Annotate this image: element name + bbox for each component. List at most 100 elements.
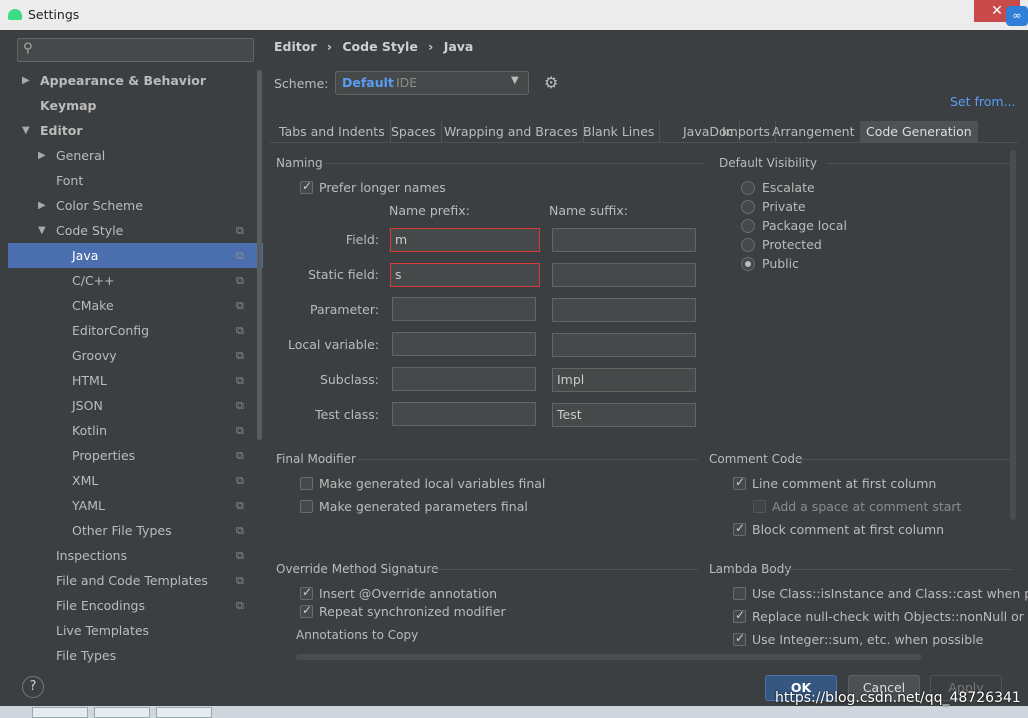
tab-wrapping-and-braces[interactable]: Wrapping and Braces bbox=[439, 121, 584, 143]
final-params-checkbox[interactable] bbox=[300, 500, 313, 513]
tree-item-json[interactable]: JSON ⧉ bbox=[8, 393, 263, 418]
expand-arrow-icon[interactable]: ▶ bbox=[38, 193, 46, 218]
visibility-radio-label: Escalate bbox=[762, 180, 815, 195]
naming-row-label: Field: bbox=[345, 232, 379, 247]
tree-item-yaml[interactable]: YAML ⧉ bbox=[8, 493, 263, 518]
integer-sum-checkbox[interactable] bbox=[733, 631, 746, 646]
final-modifier-title: Final Modifier bbox=[276, 452, 356, 466]
name-prefix-field[interactable] bbox=[392, 402, 536, 426]
name-suffix-field[interactable]: Impl bbox=[552, 368, 696, 392]
tree-item-kotlin[interactable]: Kotlin ⧉ bbox=[8, 418, 263, 443]
copy-settings-icon: ⧉ bbox=[236, 374, 244, 387]
copy-settings-icon: ⧉ bbox=[236, 274, 244, 287]
horizontal-scrollbar[interactable] bbox=[296, 654, 922, 660]
tab-blank-lines[interactable]: Blank Lines bbox=[578, 121, 661, 143]
tree-item-file-encodings[interactable]: File Encodings ⧉ bbox=[8, 593, 263, 618]
tree-item-file-and-code-templates[interactable]: File and Code Templates ⧉ bbox=[8, 568, 263, 593]
tree-item-keymap[interactable]: Keymap bbox=[8, 93, 263, 118]
visibility-radio-protected[interactable] bbox=[741, 238, 755, 252]
name-suffix-field[interactable] bbox=[552, 298, 696, 322]
taskbar-item[interactable] bbox=[94, 707, 150, 718]
tree-item-xml[interactable]: XML ⧉ bbox=[8, 468, 263, 493]
tree-item-file-types[interactable]: File Types bbox=[8, 643, 263, 668]
copy-settings-icon: ⧉ bbox=[236, 549, 244, 562]
name-suffix-field[interactable] bbox=[552, 263, 696, 287]
null-check-checkbox[interactable] bbox=[733, 608, 746, 623]
name-prefix-field[interactable] bbox=[392, 367, 536, 391]
block-comment-checkbox[interactable] bbox=[733, 521, 746, 536]
tree-item-label: YAML bbox=[72, 498, 105, 513]
insert-override-checkbox[interactable] bbox=[300, 585, 313, 600]
scheme-value: Default bbox=[342, 75, 394, 90]
collapse-arrow-icon[interactable]: ▼ bbox=[38, 218, 46, 243]
tree-item-label: Color Scheme bbox=[56, 198, 143, 213]
tree-item-label: File and Code Templates bbox=[56, 573, 208, 588]
content-scrollbar[interactable] bbox=[1010, 150, 1016, 520]
visibility-radio-label: Package local bbox=[762, 218, 847, 233]
visibility-radio-private[interactable] bbox=[741, 200, 755, 214]
class-isinstance-checkbox[interactable] bbox=[733, 587, 746, 600]
tree-item-properties[interactable]: Properties ⧉ bbox=[8, 443, 263, 468]
tree-item-live-templates[interactable]: Live Templates bbox=[8, 618, 263, 643]
android-icon bbox=[8, 9, 22, 20]
tree-item-cmake[interactable]: CMake ⧉ bbox=[8, 293, 263, 318]
tree-item-editor[interactable]: ▼ Editor bbox=[8, 118, 263, 143]
prefer-longer-names-checkbox[interactable] bbox=[300, 179, 313, 194]
tab-code-generation[interactable]: Code Generation bbox=[861, 121, 978, 143]
help-button[interactable]: ? bbox=[22, 676, 44, 698]
name-suffix-field[interactable]: Test bbox=[552, 403, 696, 427]
name-suffix-field[interactable] bbox=[552, 228, 696, 252]
tab-spaces[interactable]: Spaces bbox=[386, 121, 442, 143]
tree-item-font[interactable]: Font bbox=[8, 168, 263, 193]
taskbar-item[interactable] bbox=[32, 707, 88, 718]
tree-item-c-c-[interactable]: C/C++ ⧉ bbox=[8, 268, 263, 293]
tab-arrangement[interactable]: Arrangement bbox=[767, 121, 861, 143]
gear-icon[interactable]: ⚙ bbox=[544, 73, 558, 92]
tree-item-other-file-types[interactable]: Other File Types ⧉ bbox=[8, 518, 263, 543]
tree-item-java[interactable]: Java ⧉ bbox=[8, 243, 263, 268]
tab-tabs-and-indents[interactable]: Tabs and Indents bbox=[274, 121, 391, 143]
tree-item-inspections[interactable]: Inspections ⧉ bbox=[8, 543, 263, 568]
naming-row-label: Test class: bbox=[315, 407, 379, 422]
expand-arrow-icon[interactable]: ▶ bbox=[22, 68, 30, 93]
annotations-to-copy-label: Annotations to Copy bbox=[296, 628, 419, 642]
tree-item-general[interactable]: ▶ General bbox=[8, 143, 263, 168]
search-input[interactable]: ⚲ bbox=[17, 38, 254, 62]
breadcrumb-code-style[interactable]: Code Style bbox=[342, 39, 417, 54]
visibility-radio-public[interactable] bbox=[741, 257, 755, 271]
breadcrumb-separator: › bbox=[428, 39, 434, 54]
tree-item-groovy[interactable]: Groovy ⧉ bbox=[8, 343, 263, 368]
tree-item-label: Properties bbox=[72, 448, 136, 463]
repeat-synchronized-checkbox[interactable] bbox=[300, 603, 313, 618]
expand-arrow-icon[interactable]: ▶ bbox=[38, 143, 46, 168]
final-locals-checkbox[interactable] bbox=[300, 477, 313, 490]
line-comment-label: Line comment at first column bbox=[752, 476, 937, 491]
copy-settings-icon: ⧉ bbox=[236, 299, 244, 312]
collapse-arrow-icon[interactable]: ▼ bbox=[22, 118, 30, 143]
visibility-radio-escalate[interactable] bbox=[741, 181, 755, 195]
divider bbox=[826, 163, 1012, 164]
name-prefix-field[interactable] bbox=[392, 297, 536, 321]
line-comment-checkbox[interactable] bbox=[733, 475, 746, 490]
name-prefix-field[interactable]: s bbox=[390, 263, 540, 287]
name-prefix-field[interactable] bbox=[392, 332, 536, 356]
tree-item-code-style[interactable]: ▼ Code Style ⧉ bbox=[8, 218, 263, 243]
tree-item-appearance-behavior[interactable]: ▶ Appearance & Behavior bbox=[8, 68, 263, 93]
settings-tree-panel: ⚲ ▶ Appearance & Behavior Keymap ▼ Editor ▶ Ge… bbox=[8, 30, 263, 666]
comment-space-checkbox[interactable] bbox=[753, 500, 766, 513]
scheme-dropdown[interactable]: Default IDE ▼ bbox=[335, 71, 529, 95]
name-suffix-field[interactable] bbox=[552, 333, 696, 357]
extension-icon[interactable]: ∞ bbox=[1006, 6, 1028, 26]
breadcrumb-editor[interactable]: Editor bbox=[274, 39, 317, 54]
tree-item-label: Java bbox=[72, 248, 99, 263]
name-prefix-field[interactable]: m bbox=[390, 228, 540, 252]
tree-item-label: JSON bbox=[72, 398, 103, 413]
taskbar-item[interactable] bbox=[156, 707, 212, 718]
override-title: Override Method Signature bbox=[276, 562, 439, 576]
set-from-link[interactable]: Set from... bbox=[950, 94, 1016, 109]
tree-item-editorconfig[interactable]: EditorConfig ⧉ bbox=[8, 318, 263, 343]
visibility-radio-package-local[interactable] bbox=[741, 219, 755, 233]
tree-item-html[interactable]: HTML ⧉ bbox=[8, 368, 263, 393]
tree-item-color-scheme[interactable]: ▶ Color Scheme bbox=[8, 193, 263, 218]
scheme-tag: IDE bbox=[396, 75, 418, 90]
